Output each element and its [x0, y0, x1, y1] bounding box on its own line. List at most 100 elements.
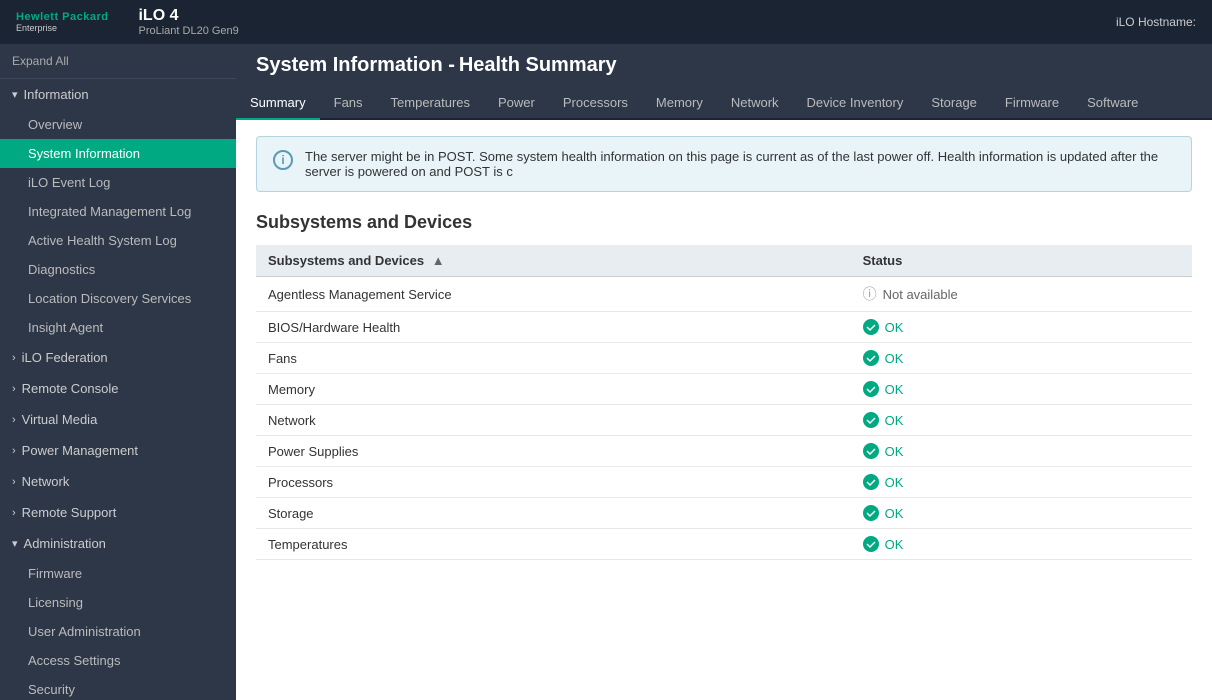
sidebar-item-overview[interactable]: Overview — [0, 110, 236, 139]
ilo-hostname: iLO Hostname: — [1116, 15, 1196, 29]
expand-arrow-icon: ▾ — [12, 537, 18, 550]
subsystem-status: OK — [851, 436, 1192, 467]
sidebar-group-label: Administration — [24, 536, 106, 551]
tab-firmware[interactable]: Firmware — [991, 87, 1073, 120]
sidebar-group-remote-support[interactable]: › Remote Support — [0, 497, 236, 528]
page-header: System Information - Health Summary — [236, 44, 1212, 87]
sidebar-item-firmware[interactable]: Firmware — [0, 559, 236, 588]
sidebar-group-label: Remote Console — [22, 381, 119, 396]
table-row: Storage OK — [256, 498, 1192, 529]
subsystem-name: Memory — [256, 374, 851, 405]
hpe-logo: Hewlett Packard Enterprise — [16, 11, 108, 33]
tab-network[interactable]: Network — [717, 87, 793, 120]
sidebar-group-label: Information — [24, 87, 89, 102]
sidebar: Expand All ▾ Information Overview System… — [0, 44, 236, 700]
expand-arrow-icon: › — [12, 445, 16, 457]
subsystem-name: Storage — [256, 498, 851, 529]
page-title: System Information - Health Summary — [256, 54, 1192, 77]
status-badge: OK — [863, 350, 1180, 366]
subsystem-name: Fans — [256, 343, 851, 374]
sidebar-group-virtual-media[interactable]: › Virtual Media — [0, 404, 236, 435]
subsystem-status: OK — [851, 467, 1192, 498]
sidebar-item-ilo-event-log[interactable]: iLO Event Log — [0, 168, 236, 197]
sidebar-group-administration[interactable]: ▾ Administration — [0, 528, 236, 559]
subsystem-name: BIOS/Hardware Health — [256, 312, 851, 343]
sidebar-group-ilo-federation[interactable]: › iLO Federation — [0, 342, 236, 373]
subsystem-name: Temperatures — [256, 529, 851, 560]
table-row: BIOS/Hardware Health OK — [256, 312, 1192, 343]
subsystem-status: OK — [851, 405, 1192, 436]
server-model: ProLiant DL20 Gen9 — [138, 25, 238, 37]
table-row: Agentless Management ServiceNot availabl… — [256, 277, 1192, 312]
sidebar-item-active-health-system-log[interactable]: Active Health System Log — [0, 226, 236, 255]
table-row: Memory OK — [256, 374, 1192, 405]
main-content: i The server might be in POST. Some syst… — [236, 120, 1212, 700]
tab-fans[interactable]: Fans — [320, 87, 377, 120]
sidebar-item-security[interactable]: Security — [0, 675, 236, 700]
tab-storage[interactable]: Storage — [917, 87, 991, 120]
section-title: Subsystems and Devices — [256, 212, 1192, 233]
tab-bar: Summary Fans Temperatures Power Processo… — [236, 87, 1212, 120]
sidebar-item-integrated-management-log[interactable]: Integrated Management Log — [0, 197, 236, 226]
tab-power[interactable]: Power — [484, 87, 549, 120]
table-row: Fans OK — [256, 343, 1192, 374]
expand-arrow-icon: › — [12, 476, 16, 488]
sidebar-group-label: Remote Support — [22, 505, 117, 520]
tab-software[interactable]: Software — [1073, 87, 1152, 120]
info-icon: i — [273, 150, 293, 170]
sidebar-item-location-discovery-services[interactable]: Location Discovery Services — [0, 284, 236, 313]
hpe-logo-top: Hewlett Packard — [16, 11, 108, 23]
table-row: Temperatures OK — [256, 529, 1192, 560]
status-badge: OK — [863, 319, 1180, 335]
tab-memory[interactable]: Memory — [642, 87, 717, 120]
sidebar-group-label: Network — [22, 474, 70, 489]
col-header-status[interactable]: Status — [851, 245, 1192, 277]
tab-device-inventory[interactable]: Device Inventory — [793, 87, 918, 120]
expand-arrow-icon: ▾ — [12, 88, 18, 101]
sidebar-group-remote-console[interactable]: › Remote Console — [0, 373, 236, 404]
content-area: System Information - Health Summary Summ… — [236, 44, 1212, 700]
sidebar-group-power-management[interactable]: › Power Management — [0, 435, 236, 466]
subsystem-name: Agentless Management Service — [256, 277, 851, 312]
ilo-version: iLO 4 — [138, 7, 238, 25]
status-badge: OK — [863, 505, 1180, 521]
table-row: Processors OK — [256, 467, 1192, 498]
ilo-title: iLO 4 ProLiant DL20 Gen9 — [138, 7, 238, 37]
subsystem-name: Processors — [256, 467, 851, 498]
status-badge: OK — [863, 381, 1180, 397]
sidebar-item-licensing[interactable]: Licensing — [0, 588, 236, 617]
breadcrumb: System Information - — [256, 54, 455, 76]
subsystems-table: Subsystems and Devices ▲ Status Agentles… — [256, 245, 1192, 560]
sidebar-group-label: Virtual Media — [22, 412, 98, 427]
tab-summary[interactable]: Summary — [236, 87, 320, 120]
info-banner: i The server might be in POST. Some syst… — [256, 136, 1192, 192]
subsystem-status: OK — [851, 529, 1192, 560]
page-heading: Health Summary — [459, 54, 617, 76]
sidebar-item-insight-agent[interactable]: Insight Agent — [0, 313, 236, 342]
sidebar-group-label: Power Management — [22, 443, 138, 458]
status-badge: OK — [863, 536, 1180, 552]
table-row: Power SuppliesOK — [256, 436, 1192, 467]
subsystem-name: Network — [256, 405, 851, 436]
sidebar-group-information[interactable]: ▾ Information — [0, 79, 236, 110]
status-badge: OK — [863, 474, 1180, 490]
expand-arrow-icon: › — [12, 352, 16, 364]
sidebar-group-network[interactable]: › Network — [0, 466, 236, 497]
col-header-subsystem[interactable]: Subsystems and Devices ▲ — [256, 245, 851, 277]
expand-arrow-icon: › — [12, 383, 16, 395]
expand-arrow-icon: › — [12, 414, 16, 426]
sidebar-item-access-settings[interactable]: Access Settings — [0, 646, 236, 675]
subsystem-status: OK — [851, 498, 1192, 529]
expand-all-button[interactable]: Expand All — [0, 44, 236, 79]
subsystem-name: Power Supplies — [256, 436, 851, 467]
subsystem-status: OK — [851, 312, 1192, 343]
sort-icon: ▲ — [432, 253, 445, 268]
tab-processors[interactable]: Processors — [549, 87, 642, 120]
top-header: Hewlett Packard Enterprise iLO 4 ProLian… — [0, 0, 1212, 44]
sidebar-item-system-information[interactable]: System Information — [0, 139, 236, 168]
sidebar-item-diagnostics[interactable]: Diagnostics — [0, 255, 236, 284]
tab-temperatures[interactable]: Temperatures — [377, 87, 484, 120]
subsystem-status: OK — [851, 374, 1192, 405]
subsystem-status: OK — [851, 343, 1192, 374]
sidebar-item-user-administration[interactable]: User Administration — [0, 617, 236, 646]
